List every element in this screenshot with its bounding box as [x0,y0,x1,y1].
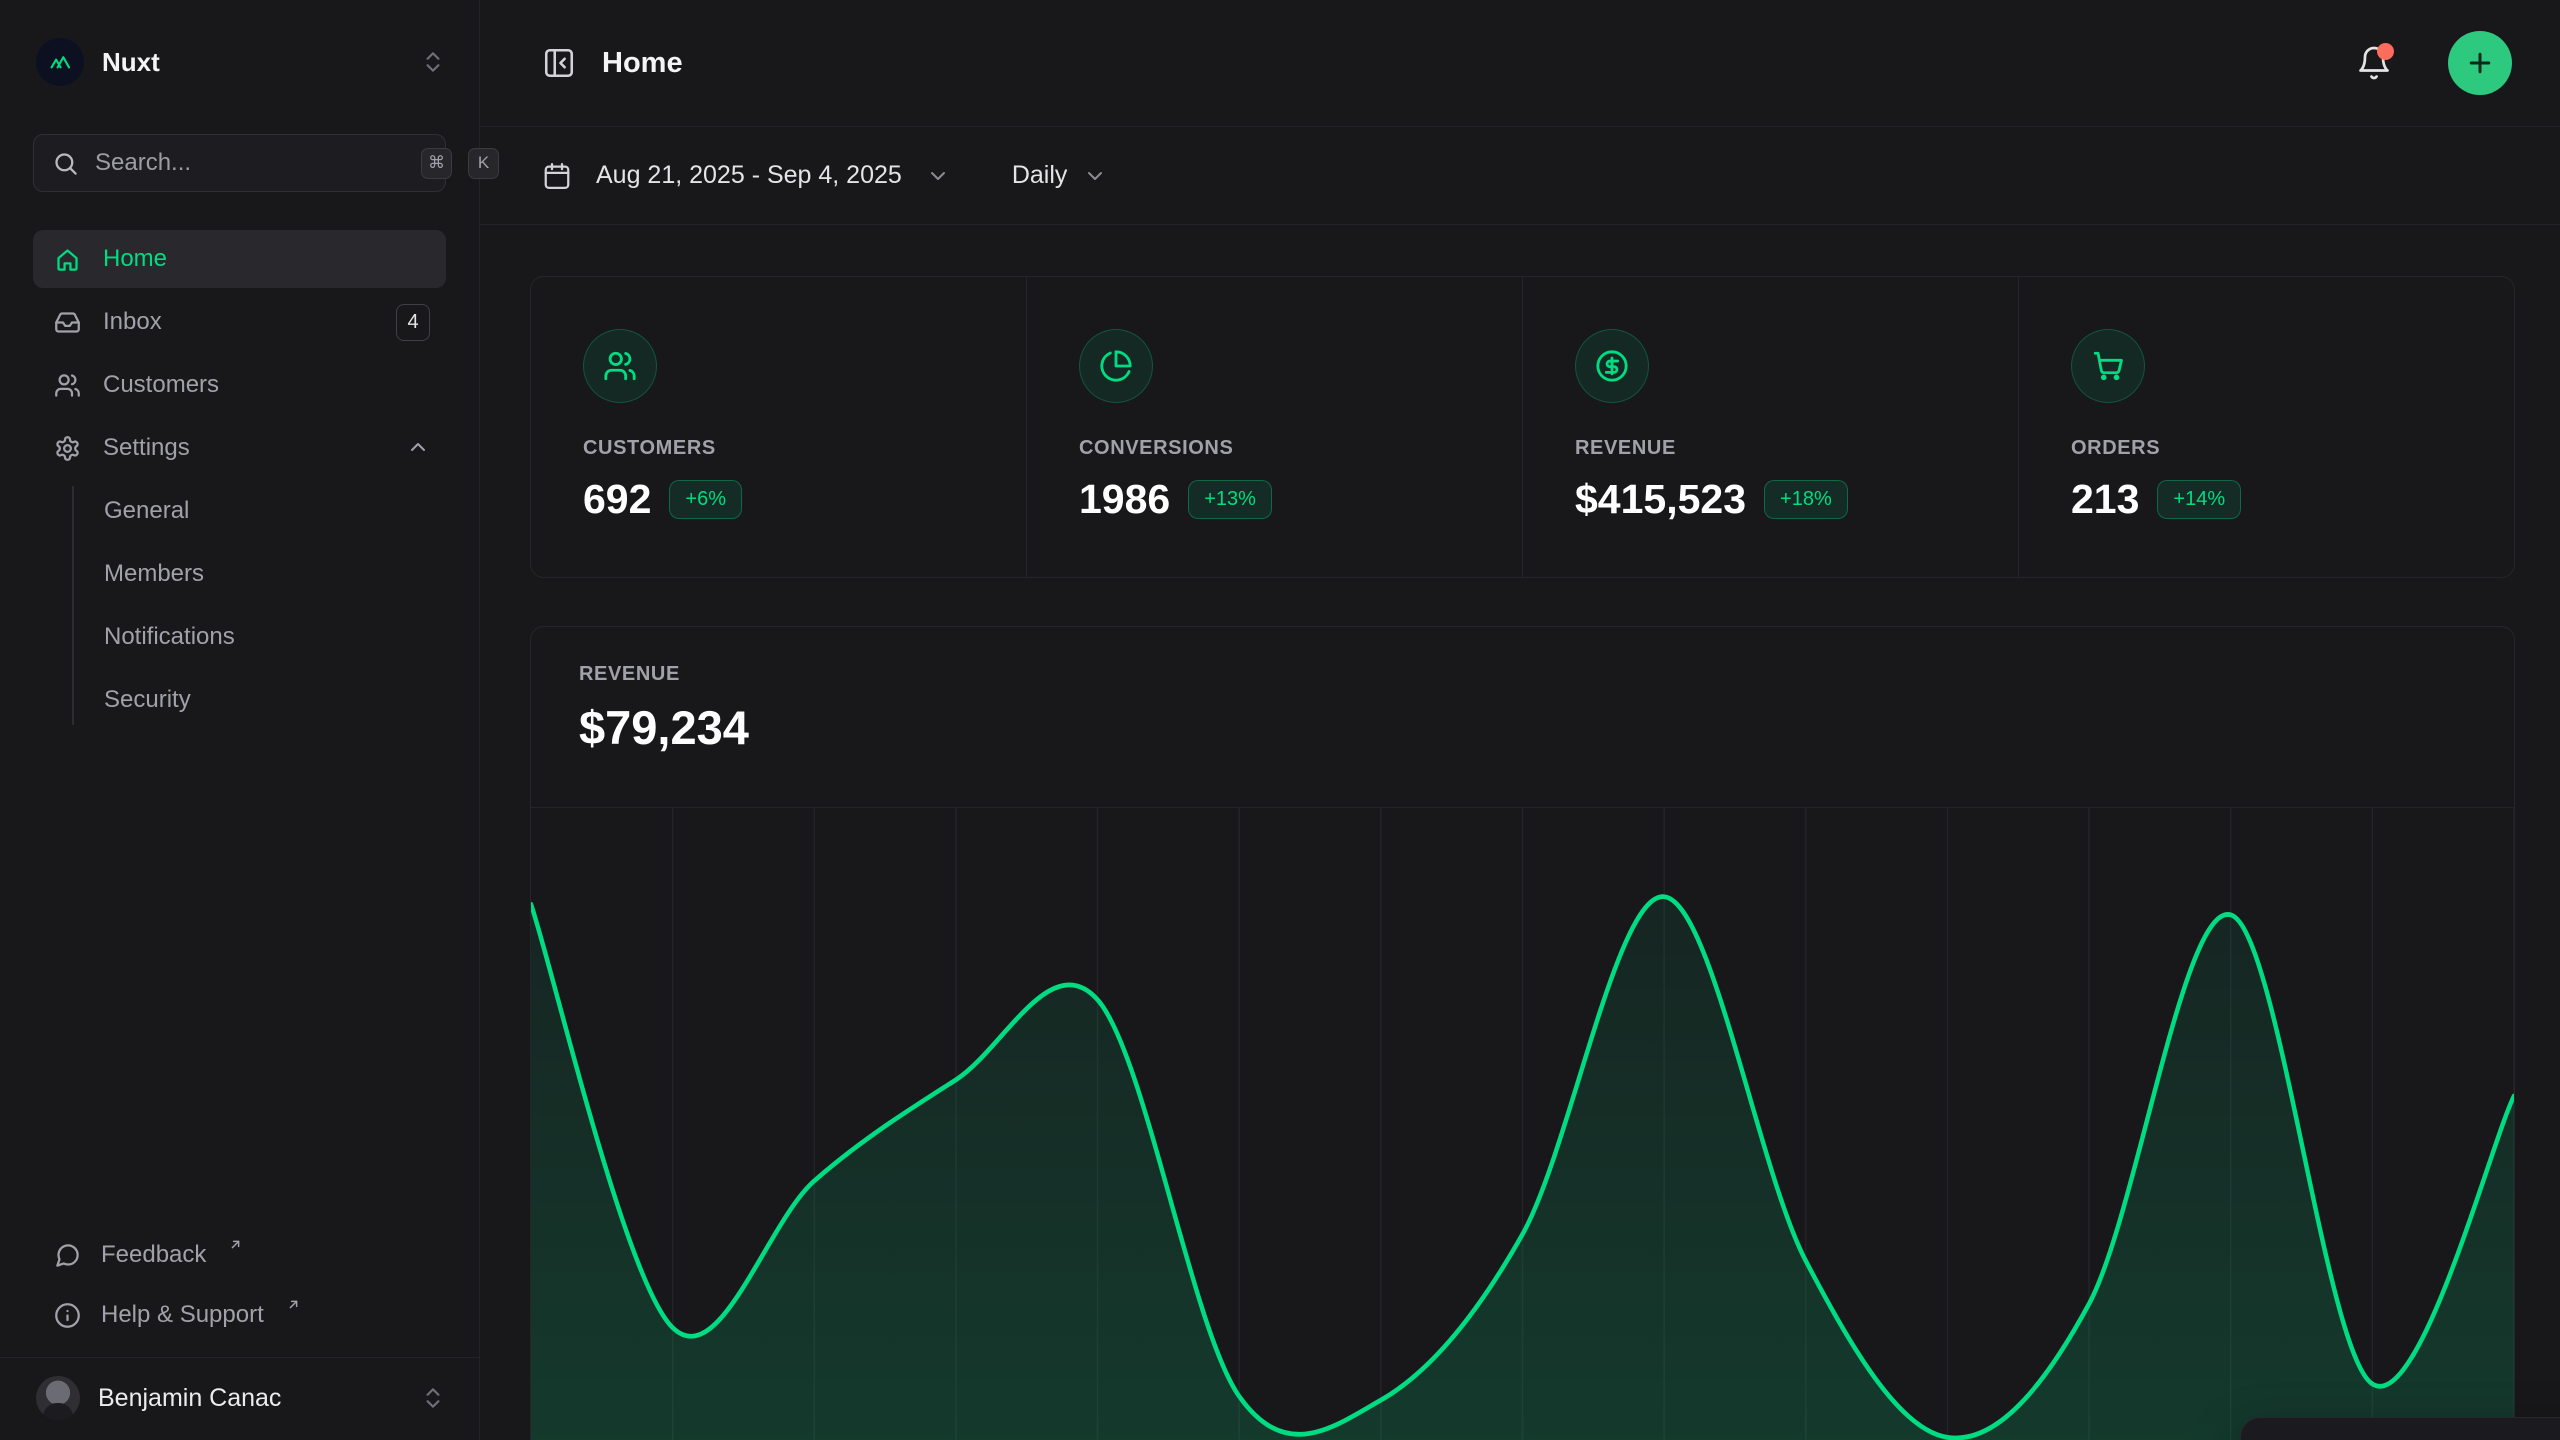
cookie-banner: We use first-party cookies to enhance yo… [2240,1417,2560,1440]
sidebar-footer: Feedback Help & Support [33,1227,446,1343]
sidebar-item-notifications[interactable]: Notifications [33,608,446,666]
submenu-rail [72,486,74,725]
stat-value: 1986 [1079,476,1170,523]
content: CUSTOMERS 692 +6% CONVERSIONS 1986 +13% [480,225,2560,1440]
sidebar-item-customers[interactable]: Customers [33,356,446,414]
settings-submenu: General Members Notifications Security [33,482,446,729]
info-circle-icon [54,1302,81,1329]
chevrons-up-down-icon [420,1385,446,1411]
stat-delta-badge: +18% [1764,480,1848,519]
inbox-icon [54,309,81,336]
chevron-down-icon [926,164,950,188]
sidebar-item-inbox[interactable]: Inbox 4 [33,293,446,351]
revenue-area-chart[interactable] [531,807,2514,1440]
kbd-cmd: ⌘ [421,148,452,179]
stat-label: ORDERS [2071,437,2474,460]
inbox-count-badge: 4 [396,304,430,341]
stat-orders[interactable]: ORDERS 213 +14% [2018,277,2514,577]
dashboard-page: Nuxt ⌘ K Home Inbo [0,0,2560,1440]
calendar-icon [542,161,572,191]
stat-customers[interactable]: CUSTOMERS 692 +6% [531,277,1026,577]
stat-value: 692 [583,476,651,523]
revenue-chart-label: REVENUE [579,663,2514,686]
add-button[interactable] [2448,31,2512,95]
revenue-chart-card: REVENUE $79,234 [530,626,2515,1440]
search-icon [52,150,79,177]
stat-value: 213 [2071,476,2139,523]
chevrons-up-down-icon [420,49,446,75]
sidebar-item-settings[interactable]: Settings [33,419,446,477]
home-icon [54,246,81,273]
search-box: ⌘ K [33,134,446,192]
stats-card: CUSTOMERS 692 +6% CONVERSIONS 1986 +13% [530,276,2515,578]
workspace-name: Nuxt [102,47,402,78]
stat-label: CUSTOMERS [583,437,986,460]
sidebar-item-feedback[interactable]: Feedback [33,1227,446,1283]
date-range-picker[interactable]: Aug 21, 2025 - Sep 4, 2025 [542,161,950,191]
stat-delta-badge: +6% [669,480,742,519]
chevron-up-icon [406,436,430,460]
user-name: Benjamin Canac [98,1384,402,1413]
sidebar-item-home[interactable]: Home [33,230,446,288]
nuxt-logo [36,38,84,86]
external-link-icon [228,1237,243,1252]
topbar: Home [480,0,2560,127]
date-range-value: Aug 21, 2025 - Sep 4, 2025 [596,161,902,190]
users-icon [54,372,81,399]
page-title: Home [602,47,2330,80]
sidebar-spacer [0,729,479,1227]
users-icon [583,329,657,403]
sidebar-collapse-button[interactable] [542,46,576,80]
notification-dot [2377,43,2394,60]
revenue-chart-value: $79,234 [579,700,2514,755]
shopping-cart-icon [2071,329,2145,403]
filter-bar: Aug 21, 2025 - Sep 4, 2025 Daily [480,127,2560,225]
stat-value: $415,523 [1575,476,1746,523]
stat-delta-badge: +14% [2157,480,2241,519]
granularity-select[interactable]: Daily [1012,161,1108,190]
external-link-icon [286,1297,301,1312]
message-circle-icon [54,1242,81,1269]
chevron-down-icon [1083,164,1107,188]
workspace-switcher[interactable]: Nuxt [0,0,479,116]
main-area: Home Aug 21, 2025 - Sep 4, 2025 Daily [480,0,2560,1440]
user-menu[interactable]: Benjamin Canac [0,1358,479,1440]
dollar-circle-icon [1575,329,1649,403]
stat-label: REVENUE [1575,437,1978,460]
sidebar-nav: Home Inbox 4 Customers Settings [33,230,446,729]
sidebar-item-general[interactable]: General [33,482,446,540]
search-input[interactable] [95,149,405,177]
gear-icon [54,435,81,462]
sidebar-item-security[interactable]: Security [33,671,446,729]
stat-label: CONVERSIONS [1079,437,1482,460]
stat-conversions[interactable]: CONVERSIONS 1986 +13% [1026,277,1522,577]
avatar [36,1376,80,1420]
pie-chart-icon [1079,329,1153,403]
sidebar: Nuxt ⌘ K Home Inbo [0,0,480,1440]
stat-revenue[interactable]: REVENUE $415,523 +18% [1522,277,2018,577]
granularity-value: Daily [1012,161,1068,190]
stat-delta-badge: +13% [1188,480,1272,519]
sidebar-item-help-support[interactable]: Help & Support [33,1287,446,1343]
sidebar-item-members[interactable]: Members [33,545,446,603]
notifications-button[interactable] [2356,45,2392,81]
